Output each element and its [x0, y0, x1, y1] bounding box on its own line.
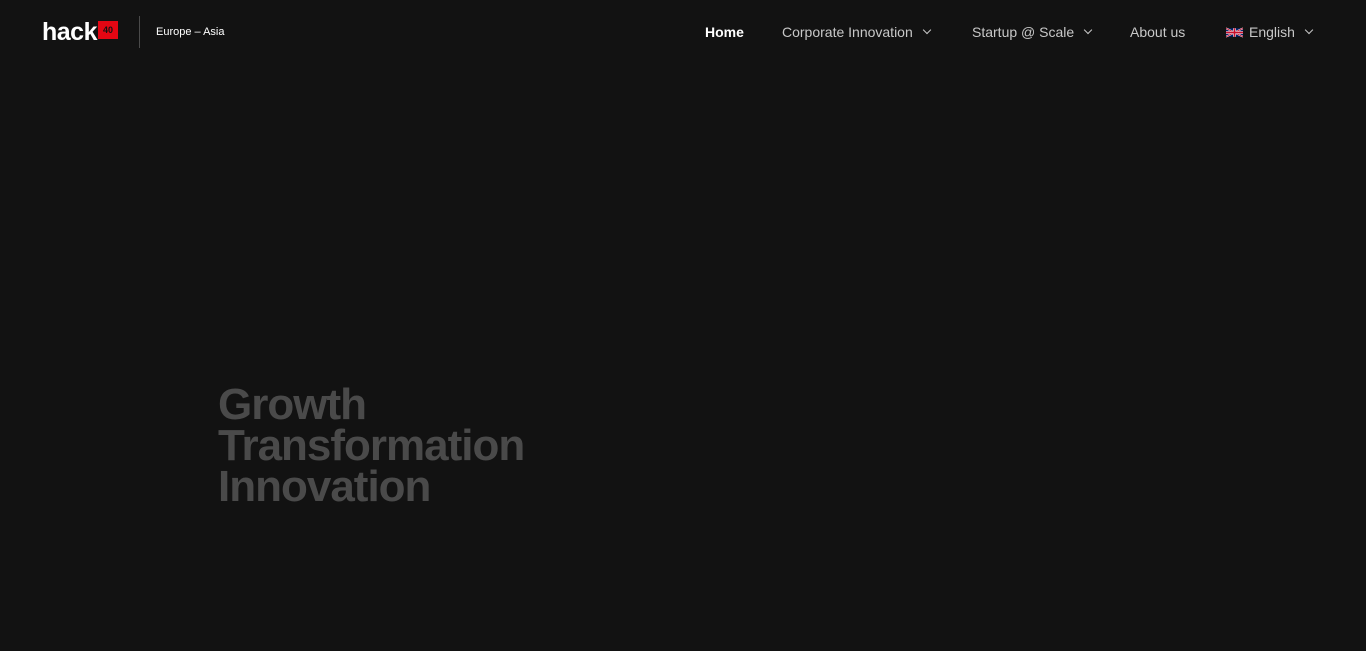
- chevron-down-icon: [922, 25, 932, 35]
- nav-item-startup-at-scale[interactable]: Startup @ Scale: [972, 23, 1093, 41]
- chevron-down-icon: [1083, 25, 1093, 35]
- language-selector[interactable]: English: [1226, 23, 1314, 41]
- chevron-down-icon: [1304, 25, 1314, 35]
- nav-item-about-us[interactable]: About us: [1130, 23, 1185, 41]
- nav-item-label: About us: [1130, 24, 1186, 40]
- hero-line-transformation: Transformation: [218, 421, 525, 470]
- nav-item-label: Startup @ Scale: [972, 24, 1075, 40]
- language-label: English: [1249, 24, 1295, 40]
- hero-line-growth: Growth: [218, 380, 367, 429]
- header: hack 40 Europe – Asia Home Corporate Inn…: [0, 0, 1366, 64]
- nav-item-corporate-innovation[interactable]: Corporate Innovation: [782, 23, 932, 41]
- hero-headline: Growth Transformation Innovation: [218, 380, 525, 511]
- page: hack 40 Europe – Asia Home Corporate Inn…: [0, 0, 1366, 651]
- nav-item-label: Home: [705, 24, 744, 40]
- uk-flag-icon: [1226, 26, 1243, 38]
- hero-line-innovation: Innovation: [218, 462, 431, 511]
- nav-item-home[interactable]: Home: [705, 23, 744, 41]
- main-nav: Home Corporate Innovation Startup @ Scal…: [0, 23, 1366, 41]
- nav-item-label: Corporate Innovation: [782, 24, 913, 40]
